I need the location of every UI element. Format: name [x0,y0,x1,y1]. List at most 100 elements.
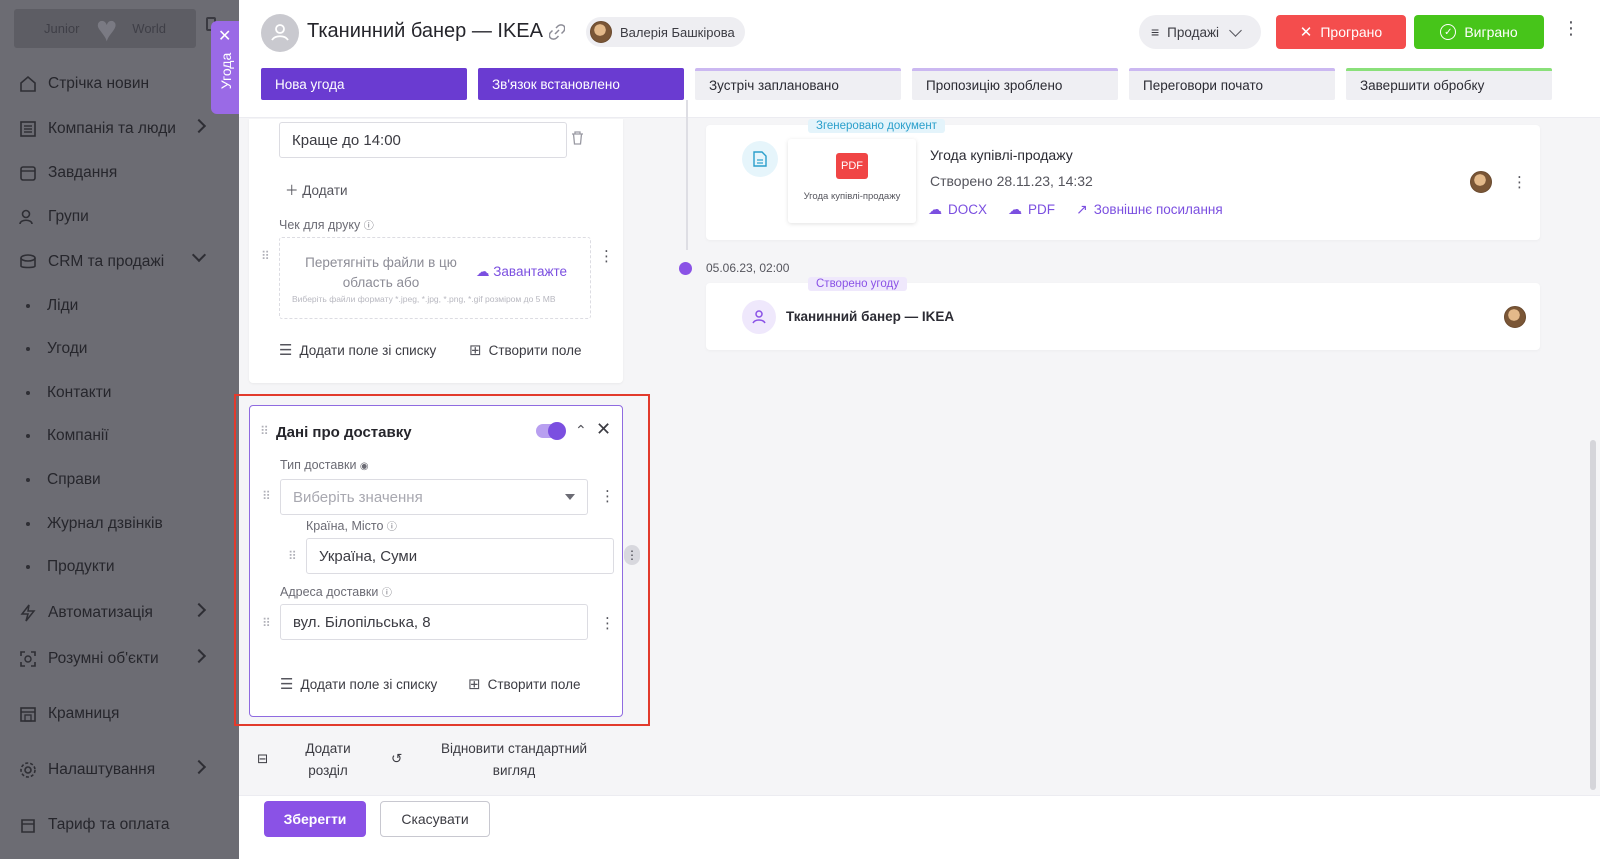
docx-label: DOCX [948,202,988,217]
field-menu-icon[interactable]: ⋮ [600,489,615,504]
delivery-type-label: Тип доставки ◉ [280,458,369,472]
sidebar-item-automation[interactable]: Автоматизація [18,602,207,623]
country-city-label: Країна, Місто ⓘ [306,518,397,533]
eye-icon: ◉ [359,461,369,472]
nested-field-menu-icon[interactable]: ⋮ [624,545,640,565]
trash-icon[interactable] [571,131,584,148]
section-toggle[interactable] [536,422,566,440]
sidebar-item-billing[interactable]: Тариф та оплата [18,815,169,835]
avatar[interactable] [1470,171,1492,193]
timeline-deal-card: Створено угоду Тканинний банер — IKEA [706,277,1540,350]
drag-handle-icon[interactable]: ⠿ [262,616,271,630]
sidebar-item-tasks[interactable]: Завдання [18,163,117,183]
add-value-label: Додати [302,183,348,198]
create-field-label: Створити поле [487,676,581,692]
billing-icon [18,815,38,835]
stage-label: Нова угода [275,76,345,92]
field-menu-icon[interactable]: ⋮ [599,249,614,264]
sidebar-item-company[interactable]: Компанія та люди [18,118,207,139]
sidebar-subitem-call-log[interactable]: Журнал дзвінків [26,515,163,533]
sidebar-item-smart-objects[interactable]: Розумні об'єкти [18,648,207,669]
card-menu-icon[interactable]: ⋮ [1512,175,1527,190]
sidebar-subitem-label: Ліди [47,297,79,314]
add-section-button[interactable]: Додати розділ [293,738,363,782]
external-link-label: Зовнішнє посилання [1093,202,1223,217]
deal-side-tab[interactable]: ✕ Угода [211,21,239,114]
sidebar-subitem-label: Угоди [47,340,88,357]
chevron-up-icon[interactable]: ⌃ [575,422,587,439]
chevron-down-icon [1229,23,1242,37]
stage-meeting-scheduled[interactable]: Зустріч заплановано [695,68,901,100]
sidebar-item-label: Компанія та люди [48,120,176,137]
sidebar-item-store[interactable]: Крамниця [18,704,119,724]
add-value-button[interactable]: ＋ Додати [285,179,348,199]
cloud-download-icon: ☁ [1008,201,1022,217]
external-link-icon: ↗ [1076,201,1088,217]
scrollbar[interactable] [1590,440,1596,790]
crm-icon [18,252,38,272]
add-field-from-list-button[interactable]: ☰ Додати поле зі списку [280,675,437,693]
owner-chip[interactable]: Валерія Башкірова [586,17,745,47]
stage-contact-established[interactable]: Зв'язок встановлено [478,68,684,100]
sidebar-subitem-contacts[interactable]: Контакти [26,384,111,402]
logo-text-right: World [132,21,166,36]
sidebar-subitem-products[interactable]: Продукти [26,558,115,576]
company-logo[interactable]: Junior ♥ World [14,9,196,48]
download-pdf-link[interactable]: ☁ PDF [1008,201,1055,218]
drag-handle-icon[interactable]: ⠿ [261,249,270,263]
document-thumbnail[interactable]: PDF Угода купівлі-продажу [788,139,916,223]
stage-label: Переговори почато [1143,78,1263,93]
sidebar-subitem-affairs[interactable]: Справи [26,471,101,489]
sidebar-subitem-label: Справи [47,471,101,488]
deal-header: Тканинний банер — IKEA Валерія Башкірова… [239,0,1600,118]
restore-default-view-button[interactable]: Відновити стандартний вигляд [429,738,599,782]
stage-negotiation-started[interactable]: Переговори почато [1129,68,1335,100]
time-input[interactable]: Краще до 14:00 [279,122,567,158]
stage-new-deal[interactable]: Нова угода [261,68,467,100]
save-button[interactable]: Зберегти [264,801,366,837]
create-field-button[interactable]: ⊞ Створити поле [469,341,581,359]
add-field-from-list-button[interactable]: ☰ Додати поле зі списку [279,341,436,359]
won-button[interactable]: ✓ Виграно [1414,15,1544,49]
lost-button[interactable]: ✕ Програно [1276,15,1406,49]
file-drop-zone[interactable]: Перетягніть файли в цю область або ☁ Зав… [279,237,591,319]
deal-tab-label: Угода [218,52,234,90]
add-section-icon[interactable]: ⊟ [257,748,268,770]
stage-label: Завершити обробку [1360,78,1485,93]
country-city-input[interactable]: Україна, Суми [306,538,614,574]
avatar[interactable] [1504,306,1526,328]
sidebar-item-groups[interactable]: Групи [18,207,89,227]
stage-offer-made[interactable]: Пропозицію зроблено [912,68,1118,100]
close-icon[interactable]: ✕ [596,419,611,440]
sidebar-subitem-companies[interactable]: Компанії [26,427,109,445]
create-field-button[interactable]: ⊞ Створити поле [468,675,580,693]
drag-handle-icon[interactable]: ⠿ [262,489,271,503]
drag-handle-icon[interactable]: ⠿ [260,424,269,438]
company-icon [18,119,38,139]
sidebar-subitem-leads[interactable]: Ліди [26,297,78,315]
delivery-type-select[interactable]: Виберіть значення [280,479,588,515]
cancel-button[interactable]: Скасувати [380,801,490,837]
lightning-icon [18,603,38,623]
info-icon: ⓘ [386,522,397,533]
field-menu-icon[interactable]: ⋮ [600,616,615,631]
sidebar-item-settings[interactable]: Налаштування [18,759,207,780]
download-docx-link[interactable]: ☁ DOCX [928,201,987,218]
deal-card-title[interactable]: Тканинний банер — IKEA [786,309,954,324]
more-menu-icon[interactable]: ⋮ [1562,18,1580,39]
restore-icon[interactable]: ↺ [391,748,402,770]
close-icon[interactable]: ✕ [218,29,231,45]
drag-handle-icon[interactable]: ⠿ [288,549,297,563]
sidebar-item-crm[interactable]: CRM та продажі [18,247,207,272]
link-icon[interactable] [548,24,566,45]
sidebar-subitem-deals[interactable]: Угоди [26,340,87,358]
check-circle-icon: ✓ [1440,24,1457,40]
external-link[interactable]: ↗ Зовнішнє посилання [1076,201,1223,218]
sidebar-item-news[interactable]: Стрічка новин [18,74,149,94]
pipeline-select[interactable]: ≡ Продажі [1139,15,1261,49]
groups-icon [18,207,38,227]
upload-link[interactable]: ☁ Завантажте [476,264,567,280]
receipt-label-text: Чек для друку [279,218,361,232]
delivery-address-input[interactable]: вул. Білопільська, 8 [280,604,588,640]
stage-finish-processing[interactable]: Завершити обробку [1346,68,1552,100]
